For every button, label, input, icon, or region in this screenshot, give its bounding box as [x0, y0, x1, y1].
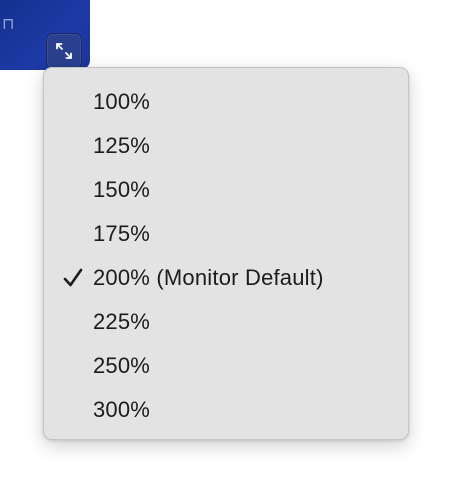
app-window-corner: ⊓ [0, 0, 90, 70]
menu-item-label: 175% [93, 221, 151, 246]
checkmark-icon [63, 268, 83, 287]
resize-button[interactable] [46, 33, 82, 69]
menu-item-250[interactable]: 250% [44, 344, 408, 388]
menu-item-label: 225% [93, 309, 151, 334]
menu-item-150[interactable]: 150% [44, 168, 408, 212]
scale-dropdown-menu: 100% 125% 150% 175% 200% (Monitor Defaul… [43, 67, 409, 440]
screen: ⊓ 100% 125% 150% 175% 200% (Monitor Defa… [0, 0, 450, 483]
menu-item-label: 250% [93, 353, 151, 378]
menu-item-label: 300% [93, 397, 151, 422]
menu-item-label: 125% [93, 133, 151, 158]
menu-item-100[interactable]: 100% [44, 80, 408, 124]
menu-item-label: 100% [93, 89, 151, 114]
menu-item-300[interactable]: 300% [44, 388, 408, 432]
menu-item-200-selected[interactable]: 200% (Monitor Default) [44, 256, 408, 300]
menu-item-125[interactable]: 125% [44, 124, 408, 168]
menu-item-label: 150% [93, 177, 151, 202]
menu-item-175[interactable]: 175% [44, 212, 408, 256]
menu-item-label: 200% (Monitor Default) [93, 265, 324, 290]
menu-item-225[interactable]: 225% [44, 300, 408, 344]
expand-arrows-icon [53, 40, 75, 62]
tile-glyph: ⊓ [2, 14, 15, 33]
